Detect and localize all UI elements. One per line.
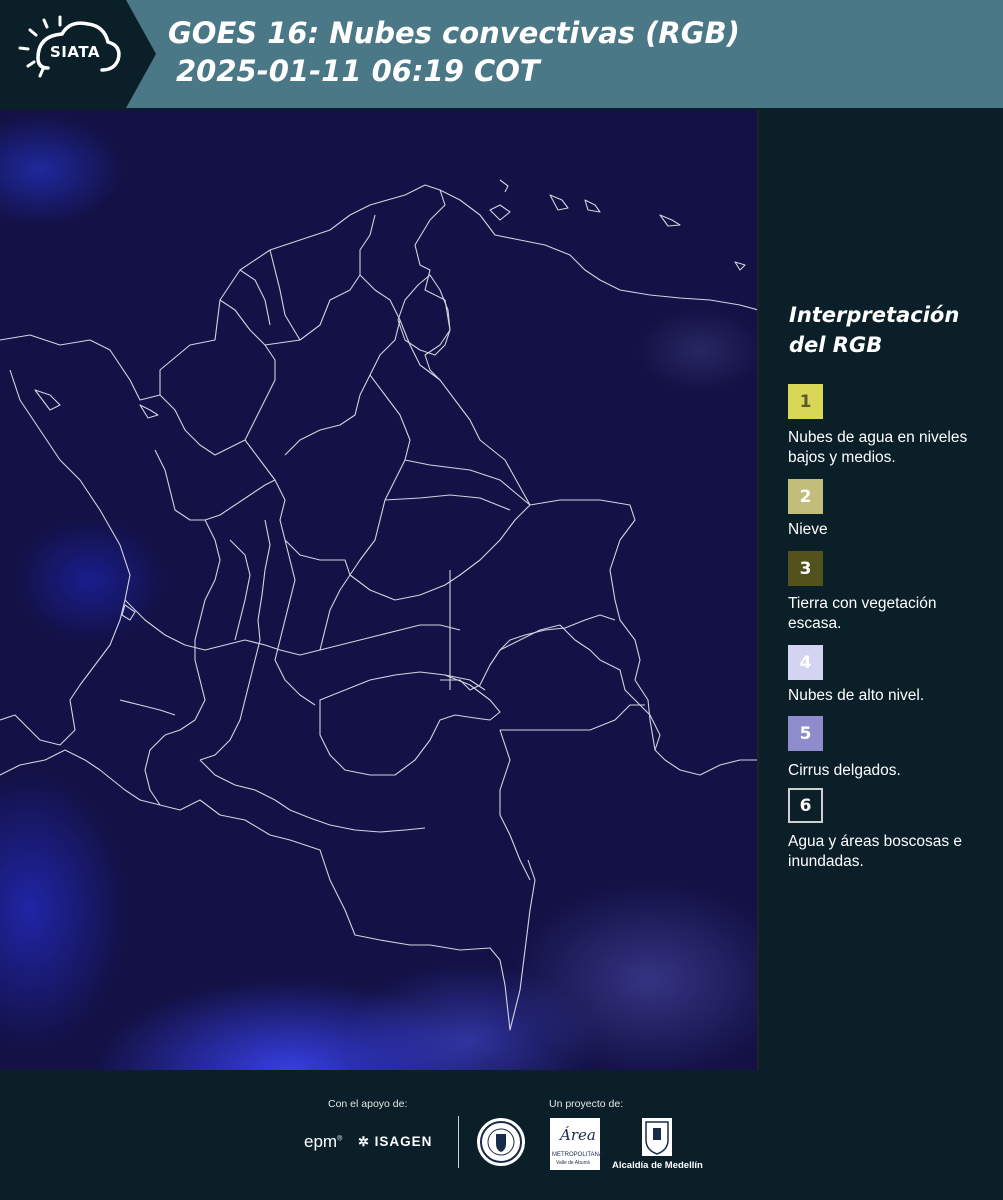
map-divider: [757, 110, 759, 1070]
legend-swatch-1: 1: [788, 384, 823, 419]
colombia-outline: [0, 184, 758, 776]
title-datetime: 2025-01-11 06:19 COT: [176, 54, 540, 88]
lake-maracaibo: [397, 274, 451, 356]
footer: Con el apoyo de: Un proyecto de: epm® ✲ …: [0, 1070, 1003, 1200]
project-caption: Un proyecto de:: [549, 1098, 624, 1110]
legend-num-4: 4: [799, 652, 812, 673]
title-product: GOES 16: Nubes convectivas (RGB): [168, 16, 740, 50]
area-logo-subcaption: Valle de Aburrá: [556, 1160, 590, 1166]
legend-num-3: 3: [799, 558, 812, 579]
header-bar: SIATA GOES 16: Nubes convectivas (RGB) 2…: [0, 0, 1003, 108]
legend-item-4: 4 Nubes de alto nivel.: [788, 645, 924, 704]
legend-item-1: 1 Nubes de agua en niveles bajos y medio…: [788, 384, 967, 466]
legend-swatch-2: 2: [788, 479, 823, 514]
legend-num-1: 1: [799, 391, 812, 412]
boundary-overlay: [0, 179, 758, 1031]
footer-divider: [458, 1116, 459, 1168]
legend-item-6: 6 Agua y áreas boscosas e inundadas.: [788, 788, 962, 870]
support-caption: Con el apoyo de:: [328, 1098, 408, 1110]
legend-title-line1: Interpretación: [789, 303, 960, 327]
legend-swatch-3: 3: [788, 551, 823, 586]
medellin-seal-icon: [477, 1118, 525, 1166]
legend-num-2: 2: [799, 486, 812, 507]
area-metropolitana-logo: Área METROPOLITANA Valle de Aburrá: [550, 1118, 603, 1170]
legend-swatch-5: 5: [788, 716, 823, 751]
legend-item-3: 3 Tierra con vegetación escasa.: [788, 551, 936, 632]
satellite-map[interactable]: [0, 110, 758, 1070]
area-logo-word: Área: [560, 1126, 596, 1144]
legend-label-5: Cirrus delgados.: [788, 762, 901, 779]
epm-logo: epm®: [304, 1132, 343, 1151]
isagen-logo: ✲ ISAGEN: [358, 1134, 432, 1150]
legend-label-1: Nubes de agua en niveles bajos y medios.: [788, 429, 968, 466]
legend-label-4: Nubes de alto nivel.: [788, 687, 925, 704]
area-logo-caption: METROPOLITANA: [552, 1152, 603, 1158]
page-title: GOES 16: Nubes convectivas (RGB) 2025-01…: [168, 14, 740, 90]
legend-item-2: 2 Nieve: [788, 479, 828, 538]
alcaldia-shield-icon: [642, 1118, 672, 1156]
alcaldia-logo-text: Alcaldía de Medellín: [612, 1160, 703, 1171]
legend-label-3: Tierra con vegetación escasa.: [788, 595, 937, 632]
siata-logo: SIATA: [0, 0, 156, 108]
legend-num-5: 5: [799, 723, 812, 744]
legend-title-line2: del RGB: [789, 333, 883, 357]
legend-num-6: 6: [799, 795, 812, 816]
legend-swatch-4: 4: [788, 645, 823, 680]
legend-item-5: 5 Cirrus delgados.: [788, 716, 901, 779]
siata-logo-text: SIATA: [50, 43, 101, 61]
legend-label-6: Agua y áreas boscosas e inundadas.: [788, 833, 963, 870]
isagen-mark-icon: ✲: [358, 1134, 370, 1149]
epm-logo-text: epm: [304, 1132, 338, 1151]
isagen-logo-text: ISAGEN: [374, 1134, 433, 1149]
legend-swatch-6: 6: [788, 788, 823, 823]
legend-label-2: Nieve: [788, 521, 828, 538]
legend-title: Interpretación del RGB: [789, 300, 959, 360]
